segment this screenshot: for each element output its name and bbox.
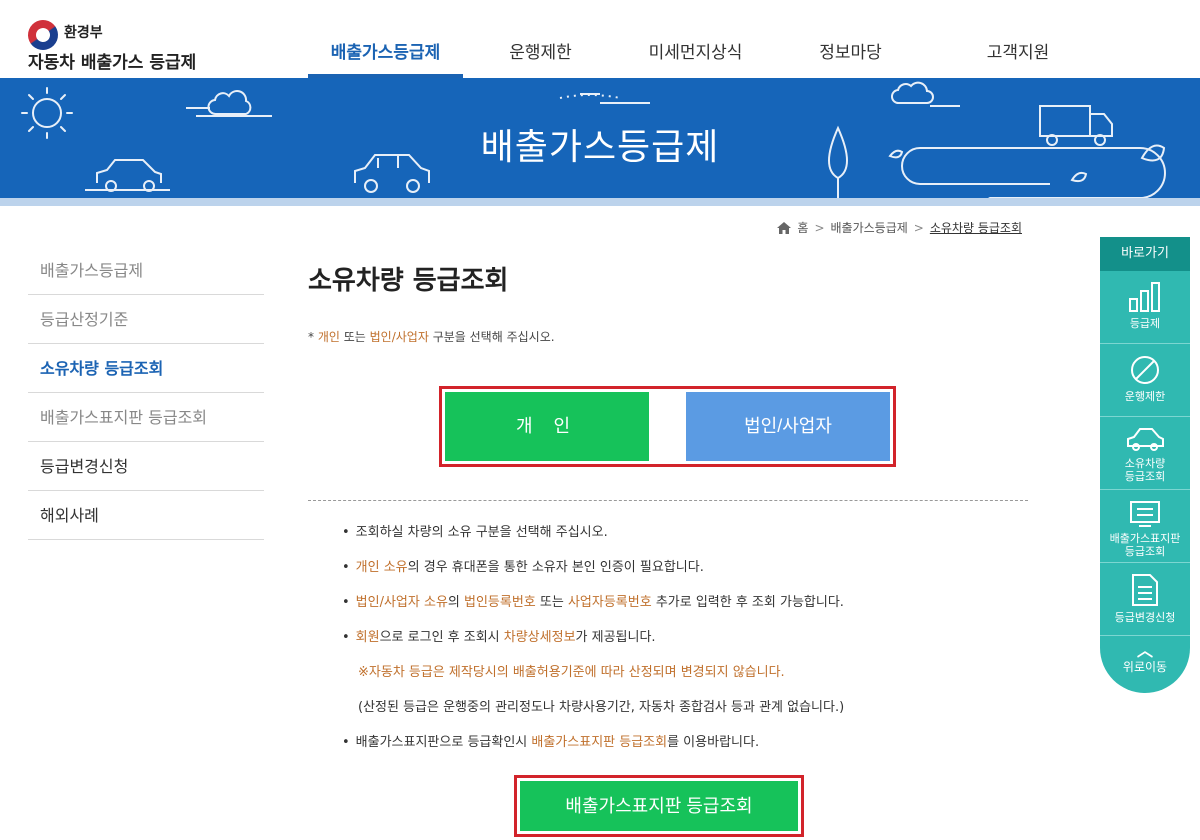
quick-menu: 바로가기 등급제 운행제한 소유차량 등급조회 배출가스표지판 등급조회 등급변… xyxy=(1100,237,1190,693)
guide-list: 조회하실 차량의 소유 구분을 선택해 주십시오. 개인 소유의 경우 휴대폰을… xyxy=(342,524,845,769)
sidebar-item-vehicle-grade-lookup[interactable]: 소유차량 등급조회 xyxy=(28,344,264,393)
logo-site-name: 자동차 배출가스 등급제 xyxy=(28,53,197,73)
quick-item-grade-change-request[interactable]: 등급변경신청 xyxy=(1100,563,1190,636)
sign-grade-lookup-button[interactable]: 배출가스표지판 등급조회 xyxy=(520,781,798,831)
bar-chart-icon xyxy=(1129,282,1160,312)
chevron-right-icon: > xyxy=(814,220,825,235)
owner-type-notice: * 개인 또는 법인/사업자 구분을 선택해 주십시오. xyxy=(308,330,555,344)
corporate-button[interactable]: 법인/사업자 xyxy=(686,392,890,461)
scroll-to-top-button[interactable]: ︿ 위로이동 xyxy=(1100,636,1190,693)
grade-warning-note: ※자동차 등급은 제작당시의 배출허용기준에 따라 산정되며 변경되지 않습니다… xyxy=(358,665,785,680)
list-item: 개인 소유의 경우 휴대폰을 통한 소유자 본인 인증이 필요합니다. xyxy=(342,559,844,577)
sidebar-item-grade-change-request[interactable]: 등급변경신청 xyxy=(28,442,264,491)
sign-board-icon xyxy=(1130,501,1160,527)
banner-bottom-stripe xyxy=(0,198,1200,206)
breadcrumb-section[interactable]: 배출가스등급제 xyxy=(831,219,908,236)
nav-item-fine-dust-info[interactable]: 미세먼지상식 xyxy=(618,0,773,78)
nav-item-customer-support[interactable]: 고객지원 xyxy=(928,0,1108,78)
list-item: 회원으로 로그인 후 조회시 차량상세정보가 제공됩니다. xyxy=(342,629,844,647)
list-item: 법인/사업자 소유의 법인등록번호 또는 사업자등록번호 추가로 입력한 후 조… xyxy=(342,594,844,612)
hero-banner: 배출가스등급제 xyxy=(0,78,1200,206)
nav-item-emission-grade[interactable]: 배출가스등급제 xyxy=(308,0,463,78)
sidebar-item-sign-grade-lookup[interactable]: 배출가스표지판 등급조회 xyxy=(28,393,264,442)
list-item: 배출가스표지판으로 등급확인시 배출가스표지판 등급조회를 이용바랍니다. xyxy=(342,734,844,752)
nav-item-driving-restriction[interactable]: 운행제한 xyxy=(463,0,618,78)
chevron-up-icon: ︿ xyxy=(1136,641,1153,660)
sidebar-item-overseas-cases[interactable]: 해외사례 xyxy=(28,491,264,540)
grade-parenthetical-note: (산정된 등급은 운행중의 관리정도나 차량사용기간, 자동차 종합검사 등과 … xyxy=(358,700,845,715)
page-title: 소유차량 등급조회 xyxy=(308,266,509,296)
quick-item-vehicle-grade-lookup[interactable]: 소유차량 등급조회 xyxy=(1100,417,1190,490)
banner-title: 배출가스등급제 xyxy=(480,127,720,168)
chevron-right-icon: > xyxy=(913,220,924,235)
nav-item-info-board[interactable]: 정보마당 xyxy=(773,0,928,78)
quick-item-driving-restriction[interactable]: 운행제한 xyxy=(1100,344,1190,417)
cloud-icon-2 xyxy=(891,81,934,104)
list-item: 조회하실 차량의 소유 구분을 선택해 주십시오. xyxy=(342,524,844,542)
main-nav: 배출가스등급제 운행제한 미세먼지상식 정보마당 고객지원 xyxy=(308,0,1108,78)
document-icon xyxy=(1132,574,1158,606)
sign-lookup-box: 배출가스표지판 등급조회 xyxy=(514,775,804,837)
home-icon[interactable] xyxy=(777,221,792,234)
quick-item-sign-grade-lookup[interactable]: 배출가스표지판 등급조회 xyxy=(1100,490,1190,563)
logo-org-name: 환경부 xyxy=(64,25,103,41)
breadcrumb-current[interactable]: 소유차량 등급조회 xyxy=(930,219,1022,236)
car-icon xyxy=(1127,428,1164,451)
dashed-divider xyxy=(308,500,1028,501)
side-nav: 배출가스등급제 등급산정기준 소유차량 등급조회 배출가스표지판 등급조회 등급… xyxy=(28,246,264,540)
quick-item-grade-system[interactable]: 등급제 xyxy=(1100,271,1190,344)
cloud-icon xyxy=(207,90,252,115)
scroll-to-top-label: 위로이동 xyxy=(1122,660,1168,674)
sidebar-item-grade-criteria[interactable]: 등급산정기준 xyxy=(28,295,264,344)
breadcrumb: 홈 > 배출가스등급제 > 소유차량 등급조회 xyxy=(777,219,1022,236)
owner-type-selector: 개 인 법인/사업자 xyxy=(439,386,896,467)
sidebar-item-emission-grade[interactable]: 배출가스등급제 xyxy=(28,246,264,295)
quick-menu-title: 바로가기 xyxy=(1100,237,1190,271)
individual-button[interactable]: 개 인 xyxy=(445,392,649,461)
breadcrumb-home[interactable]: 홈 xyxy=(797,219,808,236)
no-entry-icon xyxy=(1131,356,1159,384)
site-header: 환경부 자동차 배출가스 등급제 배출가스등급제 운행제한 미세먼지상식 정보마… xyxy=(0,0,1200,78)
